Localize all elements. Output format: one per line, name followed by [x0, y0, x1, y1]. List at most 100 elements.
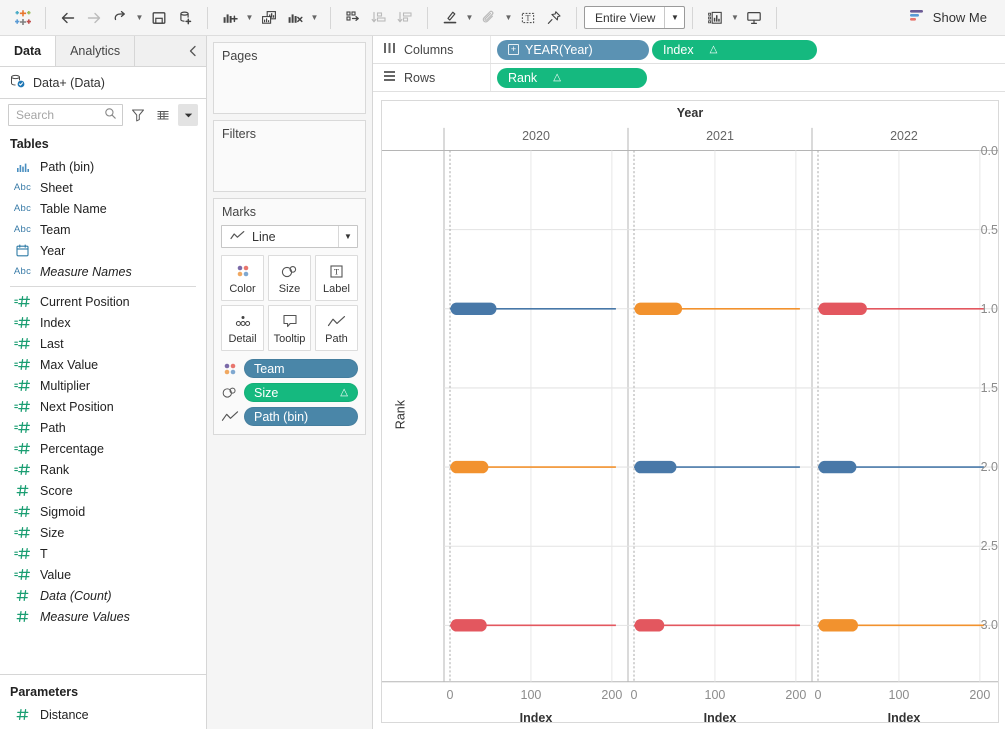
- pages-card[interactable]: Pages: [213, 42, 366, 114]
- new-worksheet-button[interactable]: [217, 5, 243, 31]
- field-item[interactable]: Path (bin): [0, 156, 206, 177]
- highlighter-button[interactable]: [437, 5, 463, 31]
- undo-redo-button[interactable]: [107, 5, 133, 31]
- field-label: Table Name: [40, 201, 107, 216]
- columns-drop-zone[interactable]: + YEAR(Year) Index △: [491, 36, 1005, 63]
- mark-color-button[interactable]: Color: [221, 255, 264, 301]
- line-mark-icon: [230, 230, 245, 244]
- parameters-section: Parameters Distance: [0, 674, 206, 729]
- chevron-down-icon[interactable]: ▼: [338, 226, 357, 247]
- fit-chart-button[interactable]: [702, 5, 728, 31]
- field-item[interactable]: Abc Table Name: [0, 198, 206, 219]
- sort-ascending-button[interactable]: [366, 5, 392, 31]
- rows-drop-zone[interactable]: Rank △: [491, 64, 1005, 91]
- mark-label-button[interactable]: T Label: [315, 255, 358, 301]
- collapse-pane-button[interactable]: [180, 36, 206, 66]
- shelf-pill[interactable]: + YEAR(Year): [497, 39, 649, 60]
- rank-chart[interactable]: [382, 101, 998, 722]
- field-item[interactable]: Sigmoid: [0, 501, 206, 522]
- field-label: Size: [40, 525, 65, 540]
- columns-shelf[interactable]: Columns + YEAR(Year) Index △: [373, 36, 1005, 64]
- back-button[interactable]: [55, 5, 81, 31]
- new-sheet-dropdown[interactable]: ▼: [243, 5, 256, 31]
- new-data-source-button[interactable]: [172, 5, 198, 31]
- presentation-mode-button[interactable]: [741, 5, 767, 31]
- mark-size-button[interactable]: Size: [268, 255, 311, 301]
- forward-button[interactable]: [81, 5, 107, 31]
- field-item[interactable]: Value: [0, 564, 206, 585]
- field-item[interactable]: Rank: [0, 459, 206, 480]
- swap-axes-button[interactable]: [340, 5, 366, 31]
- show-mark-labels-button[interactable]: T: [515, 5, 541, 31]
- field-label: Last: [40, 336, 64, 351]
- field-list: Tables Path (bin) Abc Sheet Abc Table Name Ab…: [0, 131, 206, 674]
- tableau-logo-icon[interactable]: [8, 3, 38, 33]
- field-item[interactable]: Year: [0, 240, 206, 261]
- data-source-item[interactable]: Data+ (Data): [0, 67, 206, 99]
- field-item[interactable]: Next Position: [0, 396, 206, 417]
- grid-view-icon[interactable]: [153, 104, 173, 126]
- mark-tooltip-button[interactable]: Tooltip: [268, 305, 311, 351]
- funnel-icon[interactable]: [128, 104, 148, 126]
- field-item[interactable]: Abc Team: [0, 219, 206, 240]
- duplicate-sheet-button[interactable]: [256, 5, 282, 31]
- pushpin-button[interactable]: [541, 5, 567, 31]
- search-field-wrapper[interactable]: [8, 104, 123, 126]
- tab-data[interactable]: Data: [0, 36, 57, 66]
- number-icon: [14, 610, 31, 623]
- mark-type-selector[interactable]: Line ▼: [221, 225, 358, 248]
- field-label: Value: [40, 567, 72, 582]
- toolbar-divider: [692, 6, 694, 29]
- caret-down-icon[interactable]: [178, 104, 198, 126]
- field-item[interactable]: Measure Values: [0, 606, 206, 627]
- field-item[interactable]: Index: [0, 312, 206, 333]
- filters-card-title: Filters: [222, 127, 257, 141]
- field-item[interactable]: Abc Sheet: [0, 177, 206, 198]
- search-icon[interactable]: [104, 107, 117, 123]
- mark-pill[interactable]: Team: [244, 359, 358, 378]
- field-item[interactable]: Max Value: [0, 354, 206, 375]
- field-item[interactable]: Percentage: [0, 438, 206, 459]
- field-item[interactable]: T: [0, 543, 206, 564]
- mark-path-button[interactable]: Path: [315, 305, 358, 351]
- mark-detail-button[interactable]: Detail: [221, 305, 264, 351]
- field-item[interactable]: Last: [0, 333, 206, 354]
- undo-redo-dropdown[interactable]: ▼: [133, 5, 146, 31]
- field-item[interactable]: Multiplier: [0, 375, 206, 396]
- search-input[interactable]: [14, 107, 104, 123]
- mark-pill-label: Path (bin): [254, 409, 309, 424]
- field-item[interactable]: Distance: [0, 704, 206, 725]
- field-item[interactable]: Current Position: [0, 291, 206, 312]
- highlighter-dropdown[interactable]: ▼: [463, 5, 476, 31]
- field-item[interactable]: Path: [0, 417, 206, 438]
- shelf-pill[interactable]: Rank △: [497, 67, 647, 88]
- field-item[interactable]: Score: [0, 480, 206, 501]
- toolbar-group-sheets: ▼ ▼: [211, 0, 327, 35]
- expand-hierarchy-icon[interactable]: +: [508, 44, 519, 55]
- fit-chart-dropdown[interactable]: ▼: [728, 5, 741, 31]
- shelf-pill[interactable]: Index △: [652, 39, 817, 60]
- mark-pill[interactable]: Size △: [244, 383, 358, 402]
- paperclip-button[interactable]: [476, 5, 502, 31]
- filters-card[interactable]: Filters: [213, 120, 366, 192]
- rows-shelf[interactable]: Rows Rank △: [373, 64, 1005, 92]
- columns-icon: [383, 42, 396, 57]
- clear-sheet-button[interactable]: [282, 5, 308, 31]
- mark-pill[interactable]: Path (bin): [244, 407, 358, 426]
- field-item[interactable]: Abc Measure Names: [0, 261, 206, 282]
- mark-button-label: Label: [323, 283, 350, 295]
- field-item[interactable]: Size: [0, 522, 206, 543]
- paperclip-dropdown[interactable]: ▼: [502, 5, 515, 31]
- save-button[interactable]: [146, 5, 172, 31]
- mark-pill-row: Size △: [221, 383, 358, 402]
- field-item[interactable]: Data (Count): [0, 585, 206, 606]
- chart-canvas[interactable]: Year 2020 2021 2022 0 100 200 Index 0 100 200 Inde…: [381, 100, 999, 723]
- abc-icon: Abc: [13, 224, 32, 235]
- clear-sheet-dropdown[interactable]: ▼: [308, 5, 321, 31]
- fit-view-selector[interactable]: Entire View ▼: [584, 6, 686, 29]
- tab-analytics[interactable]: Analytics: [56, 36, 136, 66]
- show-me-button[interactable]: Show Me: [899, 6, 997, 29]
- toolbar-divider: [427, 6, 428, 29]
- chevron-down-icon[interactable]: ▼: [664, 7, 684, 28]
- sort-descending-button[interactable]: [392, 5, 418, 31]
